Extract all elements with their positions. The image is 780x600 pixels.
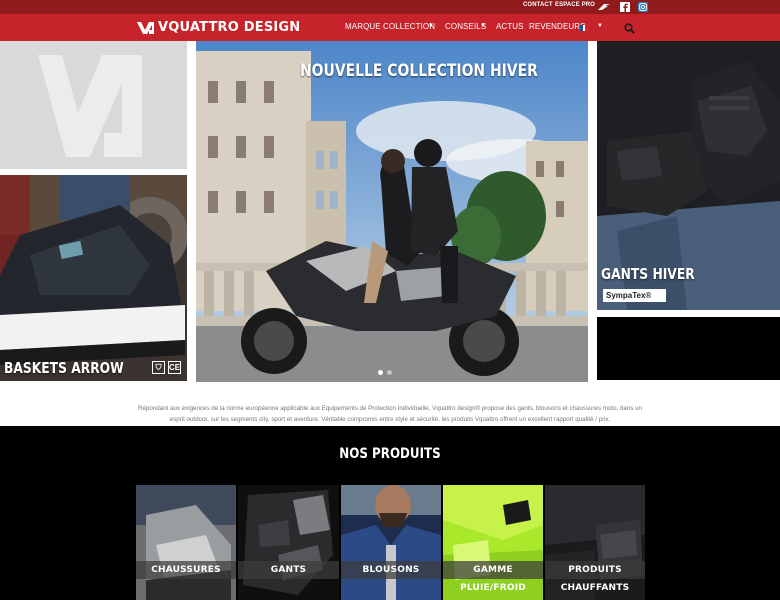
products-section: NOS PRODUITS CHAUSSURES GANTS BLOUSONS G…	[0, 426, 780, 600]
carousel-dot[interactable]	[387, 370, 392, 375]
sympatex-badge: SympaTex®	[603, 289, 666, 302]
contact-link[interactable]: CONTACT	[523, 2, 553, 8]
instagram-icon[interactable]	[638, 2, 648, 12]
espace-pro-link[interactable]: ESPACE PRO	[555, 2, 595, 8]
vq-watermark-icon	[38, 55, 142, 157]
product-label: GAMME PLUIE/FROID	[443, 561, 543, 593]
product-label: CHAUSSURES	[136, 561, 236, 579]
hero-carousel[interactable]: NOUVELLE COLLECTION HIVER	[196, 41, 588, 382]
product-label: BLOUSONS	[341, 561, 441, 579]
ce-label: CE	[168, 361, 181, 374]
brand-logo[interactable]: VQUATTRO DESIGN	[137, 20, 300, 35]
top-bar: CONTACT ESPACE PRO	[0, 0, 780, 14]
chaussures-image	[136, 485, 236, 600]
main-navbar: VQUATTRO DESIGN MARQUE COLLECTION ▼ CONS…	[0, 14, 780, 41]
product-label: GANTS	[238, 561, 339, 579]
blousons-image	[341, 485, 441, 600]
nav-item-revendeurs[interactable]: REVENDEURS	[529, 22, 586, 31]
hero-motorcycle-image	[196, 41, 588, 382]
products-title: NOS PRODUITS	[339, 446, 441, 462]
product-card-produits-chauffants[interactable]: PRODUITS CHAUFFANTS	[545, 485, 645, 600]
product-card-chaussures[interactable]: CHAUSSURES	[136, 485, 236, 600]
intro-text: Répondant aux exigences de la norme euro…	[137, 405, 642, 423]
facebook-icon[interactable]	[620, 2, 630, 12]
search-icon[interactable]	[624, 23, 635, 34]
gants-hiver-tile[interactable]: GANTS HIVER	[597, 41, 780, 310]
product-label: PRODUITS CHAUFFANTS	[545, 561, 645, 593]
logo-tile[interactable]	[0, 41, 187, 169]
carousel-dot[interactable]	[378, 370, 383, 375]
black-tile	[597, 317, 780, 380]
gants-image	[238, 485, 339, 600]
brand-icon[interactable]	[597, 2, 611, 12]
brand-name: VQUATTRO DESIGN	[158, 20, 301, 35]
chevron-down-icon[interactable]: ▼	[428, 23, 434, 29]
carousel-pagination[interactable]	[378, 370, 392, 375]
chevron-down-icon[interactable]: ▼	[480, 23, 486, 29]
french-flag-icon[interactable]	[580, 25, 589, 31]
product-card-gants[interactable]: GANTS	[238, 485, 339, 600]
shoe-image	[0, 175, 187, 381]
gloves-caption: GANTS HIVER	[601, 265, 695, 283]
baskets-arrow-tile[interactable]: BASKETS ARROW	[0, 175, 187, 381]
hero-caption: NOUVELLE COLLECTION HIVER	[300, 61, 538, 81]
product-card-blousons[interactable]: BLOUSONS	[341, 485, 441, 600]
vq-logo-icon	[137, 21, 154, 34]
shoe-caption: BASKETS ARROW	[4, 359, 124, 377]
chevron-down-icon[interactable]: ▼	[597, 23, 603, 29]
nav-item-marque[interactable]: MARQUE	[345, 22, 381, 31]
boot-standard-icon: ⛉	[152, 361, 165, 374]
nav-item-actus[interactable]: ACTUS	[496, 22, 524, 31]
product-card-gamme-pluie-froid[interactable]: GAMME PLUIE/FROID	[443, 485, 543, 600]
ce-badge: ⛉ CE	[152, 361, 181, 374]
